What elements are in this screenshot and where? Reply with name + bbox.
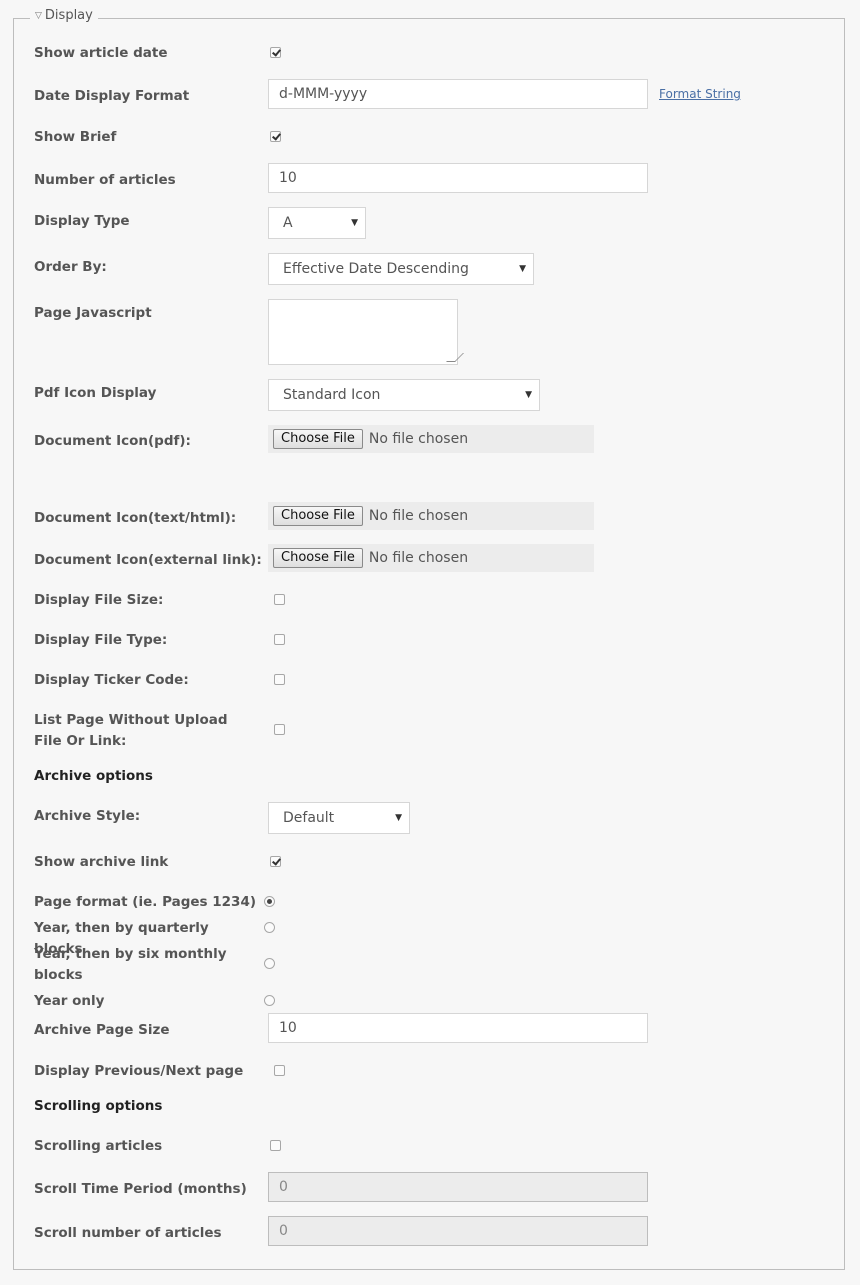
date-format-label: Date Display Format — [34, 88, 190, 104]
radio-six-monthly[interactable] — [264, 958, 275, 969]
scroll-period-label: Scroll Time Period (months) — [34, 1181, 247, 1197]
scrolling-options-heading: Scrolling options — [34, 1098, 163, 1114]
display-type-label: Display Type — [34, 213, 130, 229]
scroll-number-label: Scroll number of articles — [34, 1225, 222, 1241]
show-archive-link-checkbox[interactable] — [270, 856, 281, 867]
dropdown-arrow-icon: ▼ — [395, 813, 402, 823]
doc-icon-ext-file-input[interactable]: Choose File No file chosen — [268, 544, 594, 572]
pdf-icon-display-value: Standard Icon — [283, 387, 381, 403]
archive-page-size-input[interactable]: 10 — [268, 1013, 648, 1043]
dropdown-arrow-icon: ▼ — [525, 390, 532, 400]
archive-style-label: Archive Style: — [34, 808, 141, 824]
number-articles-input[interactable]: 10 — [268, 163, 648, 193]
archive-page-size-label: Archive Page Size — [34, 1022, 170, 1038]
archive-style-select[interactable]: Default ▼ — [268, 802, 410, 834]
choose-file-button[interactable]: Choose File — [273, 548, 363, 568]
archive-options-heading: Archive options — [34, 768, 153, 784]
scroll-period-input[interactable]: 0 — [268, 1172, 648, 1202]
order-by-value: Effective Date Descending — [283, 261, 469, 277]
radio-year-only[interactable] — [264, 995, 275, 1006]
doc-icon-html-file-input[interactable]: Choose File No file chosen — [268, 502, 594, 530]
display-legend[interactable]: ▽ Display — [30, 8, 98, 23]
list-page-checkbox[interactable] — [274, 724, 285, 735]
display-ticker-label: Display Ticker Code: — [34, 672, 189, 688]
radio-year-only-label: Year only — [34, 993, 105, 1009]
date-format-input[interactable]: d-MMM-yyyy — [268, 79, 648, 109]
collapse-triangle-icon[interactable]: ▽ — [35, 11, 42, 21]
pdf-icon-display-select[interactable]: Standard Icon ▼ — [268, 379, 540, 411]
doc-icon-pdf-file-input[interactable]: Choose File No file chosen — [268, 425, 594, 453]
display-file-type-label: Display File Type: — [34, 632, 168, 648]
show-brief-checkbox[interactable] — [270, 131, 281, 142]
scrolling-articles-label: Scrolling articles — [34, 1138, 163, 1154]
display-file-size-checkbox[interactable] — [274, 594, 285, 605]
radio-six-monthly-label: Year, then by six monthly blocks — [34, 946, 227, 983]
show-article-date-label: Show article date — [34, 45, 168, 61]
prev-next-checkbox[interactable] — [274, 1065, 285, 1076]
format-string-link[interactable]: Format String — [659, 87, 741, 101]
doc-icon-ext-label: Document Icon(external link): — [34, 552, 262, 568]
radio-quarterly[interactable] — [264, 922, 275, 933]
doc-icon-pdf-label: Document Icon(pdf): — [34, 433, 191, 449]
choose-file-button[interactable]: Choose File — [273, 506, 363, 526]
scroll-number-input[interactable]: 0 — [268, 1216, 648, 1246]
show-archive-link-label: Show archive link — [34, 854, 169, 870]
order-by-select[interactable]: Effective Date Descending ▼ — [268, 253, 534, 285]
radio-page-format[interactable] — [264, 896, 275, 907]
prev-next-label: Display Previous/Next page — [34, 1063, 244, 1079]
pdf-icon-display-label: Pdf Icon Display — [34, 385, 157, 401]
choose-file-button[interactable]: Choose File — [273, 429, 363, 449]
display-ticker-checkbox[interactable] — [274, 674, 285, 685]
dropdown-arrow-icon: ▼ — [519, 264, 526, 274]
display-file-size-label: Display File Size: — [34, 592, 164, 608]
legend-label: Display — [44, 8, 93, 23]
display-type-select[interactable]: A ▼ — [268, 207, 366, 239]
show-article-date-checkbox[interactable] — [270, 47, 281, 58]
file-status: No file chosen — [368, 431, 469, 447]
file-status: No file chosen — [368, 550, 469, 566]
scrolling-articles-checkbox[interactable] — [270, 1140, 281, 1151]
number-articles-label: Number of articles — [34, 172, 176, 188]
archive-style-value: Default — [283, 810, 335, 826]
file-status: No file chosen — [368, 508, 469, 524]
dropdown-arrow-icon: ▼ — [351, 218, 358, 228]
list-page-label: List Page Without Upload File Or Link: — [34, 712, 228, 749]
display-type-value: A — [283, 215, 293, 231]
doc-icon-html-label: Document Icon(text/html): — [34, 510, 237, 526]
display-file-type-checkbox[interactable] — [274, 634, 285, 645]
page-javascript-textarea[interactable] — [268, 299, 464, 365]
show-brief-label: Show Brief — [34, 129, 117, 145]
order-by-label: Order By: — [34, 259, 107, 275]
page-javascript-label: Page Javascript — [34, 305, 152, 321]
radio-page-format-label: Page format (ie. Pages 1234) — [34, 894, 257, 910]
